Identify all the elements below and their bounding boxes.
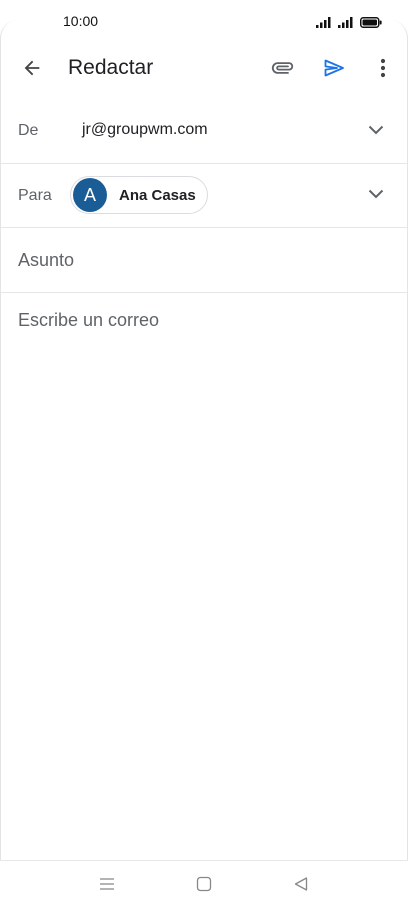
chevron-down-icon [368, 122, 384, 140]
signal-icon [316, 15, 332, 33]
attach-button[interactable] [264, 52, 300, 88]
paperclip-icon [269, 55, 295, 86]
to-label: Para [18, 187, 52, 204]
signal-icon [338, 15, 354, 33]
recipient-name: Ana Casas [119, 186, 196, 204]
status-bar: 10:00 [0, 0, 408, 44]
back-arrow-icon [21, 57, 43, 84]
avatar: A [73, 178, 107, 212]
body-input[interactable] [18, 310, 388, 850]
more-options-button[interactable] [366, 52, 400, 88]
home-icon [196, 876, 212, 897]
to-expand-button[interactable] [366, 185, 386, 205]
battery-icon [360, 15, 382, 33]
chevron-down-icon [368, 186, 384, 204]
subject-row [0, 228, 408, 293]
nav-menu-button[interactable] [94, 873, 120, 899]
back-button[interactable] [14, 52, 50, 88]
status-icons [316, 15, 382, 33]
status-time: 10:00 [63, 13, 99, 29]
phone-screen: 10:00 Redactar De jr@groupwm.com Para A … [0, 0, 408, 911]
from-account-select[interactable]: jr@groupwm.com [82, 121, 208, 139]
recipient-chip[interactable]: A Ana Casas [70, 176, 208, 214]
send-icon [322, 56, 346, 85]
from-row: De jr@groupwm.com [0, 100, 408, 164]
app-bar: Redactar [0, 44, 408, 94]
nav-home-button[interactable] [191, 873, 217, 899]
menu-icon [99, 877, 115, 896]
from-expand-button[interactable] [366, 121, 386, 141]
page-title: Redactar [68, 56, 154, 79]
from-label: De [18, 122, 39, 139]
system-nav-bar [0, 860, 408, 911]
to-row: Para A Ana Casas [0, 164, 408, 228]
subject-input[interactable] [18, 246, 378, 274]
send-button[interactable] [316, 52, 352, 88]
more-vert-icon [380, 58, 386, 83]
back-icon [293, 876, 309, 897]
nav-back-button[interactable] [288, 873, 314, 899]
